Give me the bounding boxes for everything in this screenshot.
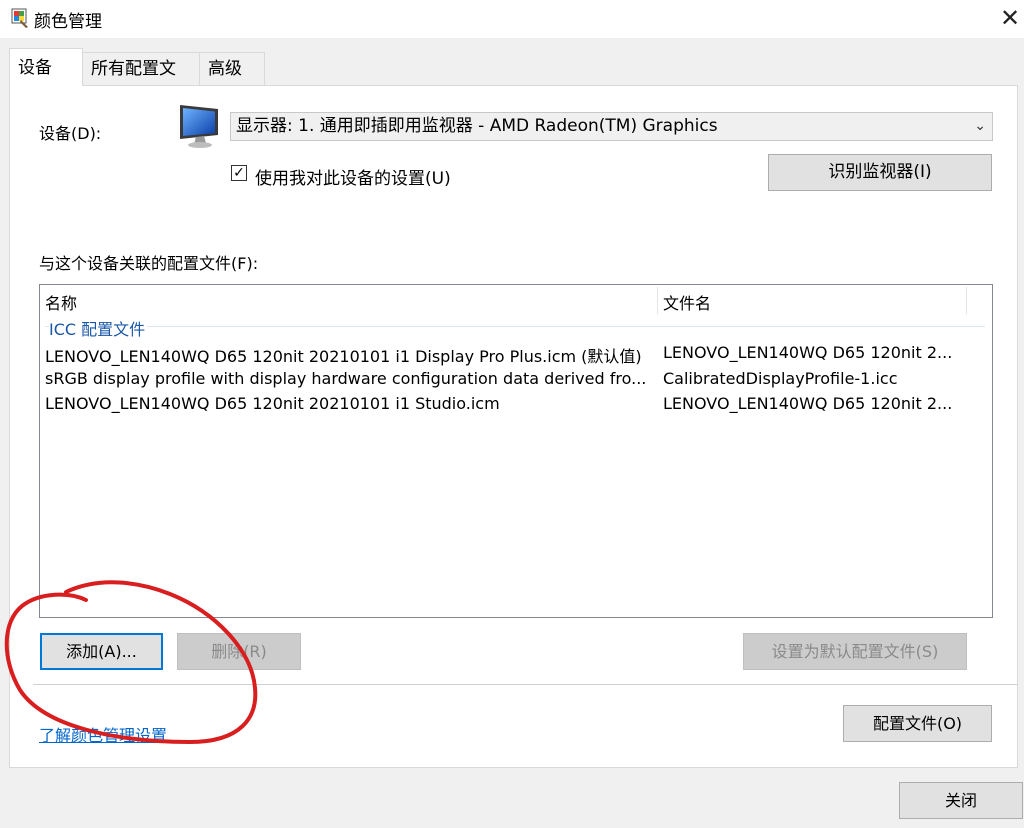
- monitor-icon: [180, 105, 218, 148]
- profile-row-file[interactable]: LENOVO_LEN140WQ D65 120nit 2...: [663, 394, 963, 413]
- profile-row-name[interactable]: LENOVO_LEN140WQ D65 120nit 20210101 i1 D…: [45, 343, 655, 367]
- group-label: ICC 配置文件: [49, 316, 148, 340]
- color-management-app-icon: [11, 8, 28, 28]
- title-bar: [0, 0, 1024, 38]
- column-header-name[interactable]: 名称: [45, 290, 77, 314]
- use-settings-checkbox[interactable]: ✓: [231, 165, 247, 181]
- column-header-filename[interactable]: 文件名: [663, 290, 711, 314]
- dialog-footer: [0, 769, 1024, 828]
- profile-row-name[interactable]: sRGB display profile with display hardwa…: [45, 369, 655, 388]
- add-button[interactable]: 添加(A)...: [40, 633, 163, 670]
- device-select-value: 显示器: 1. 通用即插即用监视器 - AMD Radeon(TM) Graph…: [236, 116, 718, 136]
- window-title: 颜色管理: [34, 12, 102, 32]
- profile-row-name[interactable]: LENOVO_LEN140WQ D65 120nit 20210101 i1 S…: [45, 394, 655, 413]
- group-divider: [45, 326, 985, 327]
- profile-row-file[interactable]: LENOVO_LEN140WQ D65 120nit 2...: [663, 343, 963, 362]
- close-icon[interactable]: ✕: [996, 4, 1024, 32]
- column-divider[interactable]: [966, 287, 967, 314]
- identify-monitor-button[interactable]: 识别监视器(I): [768, 154, 992, 191]
- column-divider[interactable]: [657, 287, 658, 314]
- remove-button[interactable]: 删除(R): [177, 633, 301, 670]
- chevron-down-icon: ⌄: [974, 118, 986, 134]
- profile-row-file[interactable]: CalibratedDisplayProfile-1.icc: [663, 369, 963, 388]
- close-button[interactable]: 关闭: [899, 782, 1023, 819]
- tab-all-profiles[interactable]: 所有配置文件: [82, 52, 200, 112]
- profiles-button[interactable]: 配置文件(O): [843, 705, 992, 742]
- device-label: 设备(D):: [39, 124, 102, 143]
- tab-devices[interactable]: 设备: [9, 48, 83, 86]
- set-default-profile-button[interactable]: 设置为默认配置文件(S): [743, 633, 967, 670]
- profiles-list[interactable]: [39, 284, 993, 618]
- learn-color-settings-link[interactable]: 了解颜色管理设置: [39, 722, 167, 746]
- divider: [33, 684, 1017, 685]
- device-select[interactable]: 显示器: 1. 通用即插即用监视器 - AMD Radeon(TM) Graph…: [230, 112, 993, 141]
- use-settings-label: 使用我对此设备的设置(U): [255, 169, 451, 189]
- profiles-label: 与这个设备关联的配置文件(F):: [39, 254, 259, 273]
- tab-advanced[interactable]: 高级: [199, 52, 265, 85]
